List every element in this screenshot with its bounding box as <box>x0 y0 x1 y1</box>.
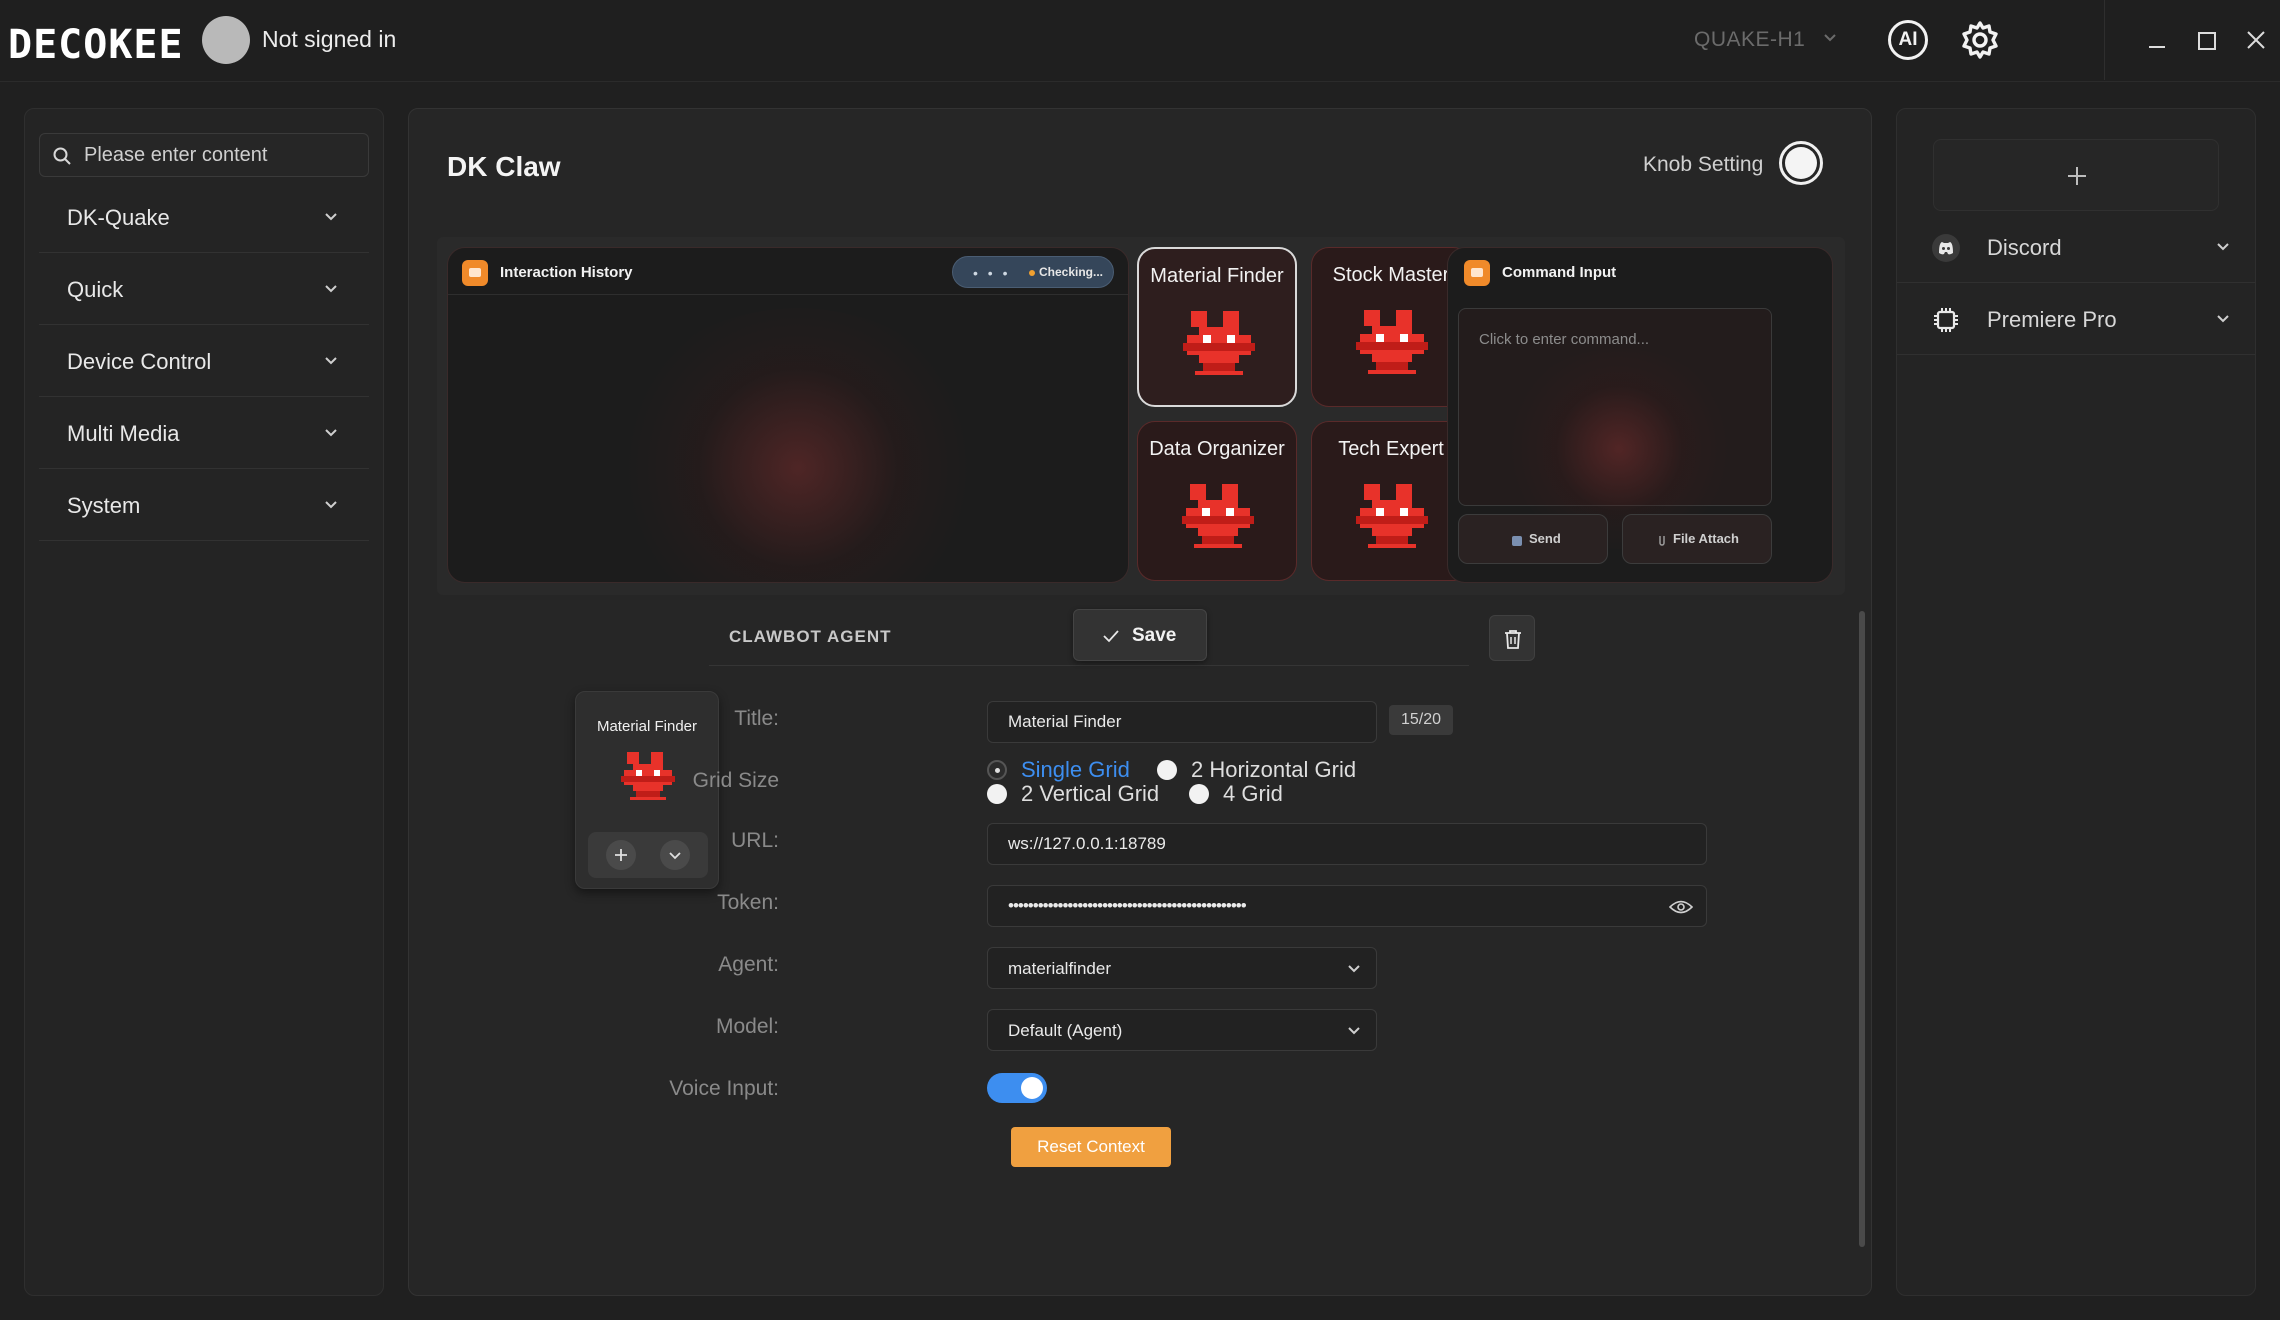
sidebar-item-label: Quick <box>67 277 124 302</box>
model-label: Model: <box>715 1015 779 1038</box>
plus-icon <box>2068 167 2086 185</box>
sidebar-item-label: Multi Media <box>67 421 180 446</box>
send-button[interactable]: Send <box>1458 514 1608 564</box>
status-badge: • • • Checking... <box>952 256 1114 288</box>
bot-icon <box>1183 311 1255 375</box>
reset-context-button[interactable]: Reset Context <box>1011 1127 1171 1167</box>
minimize-icon[interactable] <box>2146 30 2168 52</box>
check-icon <box>1103 630 1119 643</box>
grid-option-2-vertical[interactable]: 2 Vertical Grid <box>987 781 1159 807</box>
knob-setting-toggle[interactable] <box>1779 141 1823 185</box>
grid-size-label: Grid Size <box>692 769 779 792</box>
chat-icon <box>462 260 488 286</box>
section-label: CLAWBOT AGENT <box>729 627 892 646</box>
agent-card-data-organizer[interactable]: Data Organizer <box>1137 421 1297 581</box>
user-status[interactable]: Not signed in <box>262 26 396 53</box>
url-label: URL: <box>731 829 779 852</box>
grid-option-4[interactable]: 4 Grid <box>1189 781 1283 807</box>
device-preview: Interaction History • • • Checking... Ma… <box>437 237 1845 595</box>
agent-label: Agent: <box>718 953 779 976</box>
chevron-down-icon <box>2217 243 2229 251</box>
command-icon <box>1464 260 1490 286</box>
ai-icon[interactable]: AI <box>1888 20 1928 60</box>
sidebar-item-multi-media[interactable]: Multi Media <box>39 397 369 469</box>
bot-icon <box>1182 484 1254 548</box>
sidebar-item-label: DK-Quake <box>67 205 170 230</box>
grid-option-2-horizontal[interactable]: 2 Horizontal Grid <box>1157 757 1356 783</box>
device-select[interactable]: QUAKE-H1 <box>1694 28 1805 52</box>
title-bar: DECOKEE Not signed in QUAKE-H1 AI <box>0 0 2280 82</box>
title-input[interactable] <box>987 701 1377 743</box>
trash-icon <box>1505 630 1521 649</box>
chevron-down-icon[interactable] <box>1822 30 1838 46</box>
command-placeholder: Click to enter command... <box>1479 331 1650 348</box>
command-input[interactable]: Click to enter command... <box>1458 308 1772 549</box>
command-label: Command Input <box>1502 264 1617 281</box>
token-label: Token: <box>717 891 779 914</box>
save-button[interactable]: Save <box>1073 609 1207 661</box>
title-char-count: 15/20 <box>1389 705 1453 735</box>
sidebar-item-system[interactable]: System <box>39 469 369 541</box>
agent-name: Material Finder <box>1150 265 1284 287</box>
send-icon <box>1512 536 1522 546</box>
knob-setting-label: Knob Setting <box>1643 153 1764 176</box>
grid-option-single[interactable]: Single Grid <box>987 757 1130 783</box>
app-logo: DECOKEE <box>8 22 184 68</box>
maximize-icon[interactable] <box>2196 30 2218 52</box>
command-input-card: Command Input Click to enter command... … <box>1447 247 1833 583</box>
chevron-down-icon <box>325 213 337 221</box>
voice-input-label: Voice Input: <box>669 1077 779 1100</box>
history-label: Interaction History <box>500 264 633 281</box>
chevron-down-icon <box>325 357 337 365</box>
plugin-item-discord[interactable]: Discord <box>1897 211 2255 283</box>
discord-icon <box>1932 234 1960 262</box>
sidebar-item-dk-quake[interactable]: DK-Quake <box>39 181 369 253</box>
sidebar-item-device-control[interactable]: Device Control <box>39 325 369 397</box>
voice-input-toggle[interactable] <box>987 1073 1047 1103</box>
bot-icon <box>1356 310 1428 374</box>
gear-icon[interactable] <box>1960 20 2000 60</box>
model-select[interactable]: Default (Agent) <box>987 1009 1377 1051</box>
url-input[interactable] <box>987 823 1707 865</box>
sidebar-item-label: System <box>67 493 141 518</box>
agent-name: Data Organizer <box>1149 438 1285 460</box>
sidebar: DK-Quake Quick Device Control Multi Medi… <box>24 108 384 1296</box>
file-attach-button[interactable]: File Attach <box>1622 514 1772 564</box>
scrollbar[interactable] <box>1859 611 1865 1247</box>
chevron-down-icon <box>2217 315 2229 323</box>
delete-button[interactable] <box>1489 615 1535 661</box>
chevron-down-icon <box>1348 1027 1360 1035</box>
title-label: Title: <box>734 707 779 730</box>
add-plugin-button[interactable] <box>1933 139 2219 211</box>
sidebar-item-label: Device Control <box>67 349 212 374</box>
close-icon[interactable] <box>2244 28 2268 52</box>
interaction-history-card[interactable]: Interaction History • • • Checking... <box>447 247 1129 583</box>
chevron-down-icon <box>325 285 337 293</box>
divider <box>709 665 1469 666</box>
chip-icon <box>1934 308 1958 332</box>
search-box[interactable] <box>39 133 369 177</box>
plugin-panel: Discord Premiere Pro <box>1896 108 2256 1296</box>
eye-icon[interactable] <box>1669 899 1693 915</box>
paperclip-icon <box>1659 536 1665 546</box>
chevron-down-icon <box>325 429 337 437</box>
bot-icon <box>1356 484 1428 548</box>
main-panel: DK Claw Knob Setting Interaction History… <box>408 108 1872 1296</box>
plugin-item-premiere-pro[interactable]: Premiere Pro <box>1897 283 2255 355</box>
chevron-down-icon <box>1348 965 1360 973</box>
sidebar-item-quick[interactable]: Quick <box>39 253 369 325</box>
divider <box>2104 0 2105 80</box>
agent-select[interactable]: materialfinder <box>987 947 1377 989</box>
search-icon <box>53 147 71 165</box>
avatar[interactable] <box>202 16 250 64</box>
chevron-down-icon <box>325 501 337 509</box>
agent-card-material-finder[interactable]: Material Finder <box>1137 247 1297 407</box>
page-title: DK Claw <box>447 151 561 182</box>
search-input[interactable] <box>84 134 364 176</box>
token-input[interactable] <box>987 885 1707 927</box>
